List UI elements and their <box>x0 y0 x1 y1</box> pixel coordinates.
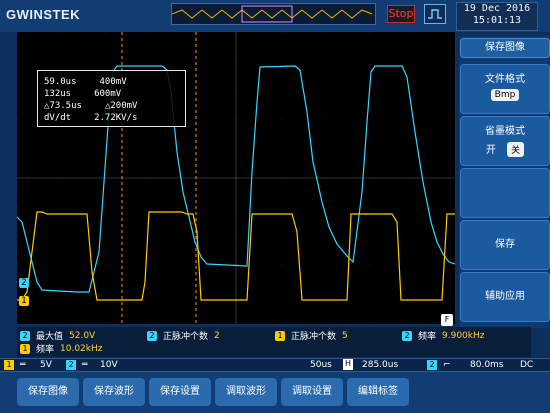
measure-item-2: 2 正脉冲个数 2 <box>147 329 220 342</box>
measure-item-4: 2 频率 9.900kHz <box>402 329 484 342</box>
menu-save-settings[interactable]: 保存设置 <box>149 378 211 406</box>
ink-saver-label: 省墨模式 <box>485 126 525 137</box>
trigger-slope-icon: ⌐ <box>443 360 451 370</box>
menu-recall-waveform[interactable]: 调取波形 <box>215 378 277 406</box>
timebase: 50us <box>310 360 332 370</box>
function-indicator: F <box>441 314 453 326</box>
measure-badge-1: 2 <box>20 330 30 341</box>
measure-label-5: 频率 <box>36 345 55 355</box>
time-text: 15:01:13 <box>472 15 522 26</box>
waveform-preview <box>171 3 376 25</box>
cursor-v1: 400mV <box>99 77 127 87</box>
file-format-button[interactable]: 文件格式 Bmp <box>460 64 550 114</box>
softkey-panel: 保存图像 文件格式 Bmp 省墨模式 开 关 保存 辅助应用 <box>459 36 550 328</box>
cursor-row-2: 132us 600mV <box>44 89 121 99</box>
cursor-v2: 600mV <box>94 89 122 99</box>
cursor-row-3: △73.5us △200mV <box>44 101 137 111</box>
cursor-t2: 132us <box>44 89 72 99</box>
cursor-row-4: dV/dt 2.72KV/s <box>44 113 137 123</box>
ink-saver-on: 开 <box>485 145 496 156</box>
measure-item-5: 1 频率 10.02kHz <box>20 342 102 355</box>
cursor-dvdt-value: 2.72KV/s <box>94 113 138 123</box>
ch2-level-marker[interactable]: 2 <box>19 278 29 288</box>
measure-badge-4: 2 <box>402 330 412 341</box>
cursor-dv: △200mV <box>104 101 138 111</box>
empty-softkey[interactable] <box>460 168 550 218</box>
measure-badge-3: 1 <box>275 330 285 341</box>
brand-logo: GWINSTEK <box>6 7 81 22</box>
file-format-label: 文件格式 <box>485 74 525 85</box>
ch2-indicator[interactable]: 2 <box>66 360 76 370</box>
measure-value-1: 52.0V <box>69 330 96 341</box>
cursor-t1: 59.0us <box>44 77 77 87</box>
trigger-coupling: DC <box>520 360 534 370</box>
save-button[interactable]: 保存 <box>460 220 550 270</box>
assist-button[interactable]: 辅助应用 <box>460 272 550 322</box>
bottom-menu: 保存图像 保存波形 保存设置 调取波形 调取设置 编辑标签 <box>0 371 550 413</box>
measure-label-2: 正脉冲个数 <box>163 332 209 342</box>
trigger-icon[interactable] <box>424 4 446 24</box>
trigger-edge-icon <box>428 9 442 19</box>
measure-label-3: 正脉冲个数 <box>291 332 337 342</box>
measure-item-1: 2 最大值 52.0V <box>20 329 95 342</box>
ink-saver-off: 关 <box>507 142 525 157</box>
waveform-preview-graphic <box>171 5 373 23</box>
menu-recall-settings[interactable]: 调取设置 <box>281 378 343 406</box>
menu-edit-label[interactable]: 编辑标签 <box>347 378 409 406</box>
ch1-scale: 5V <box>40 360 52 370</box>
menu-save-waveform[interactable]: 保存波形 <box>83 378 145 406</box>
trigger-source-indicator: 2 <box>427 360 437 370</box>
cursor-dt: △73.5us <box>44 101 82 111</box>
date-time-box: 19 Dec 2016 15:01:13 <box>456 2 538 31</box>
cursor-dvdt-label: dV/dt <box>44 113 72 123</box>
ink-saver-button[interactable]: 省墨模式 开 关 <box>460 116 550 166</box>
softkey-title: 保存图像 <box>460 38 550 58</box>
ch2-coupling-icon: ═ <box>82 360 88 370</box>
file-format-value: Bmp <box>490 89 520 101</box>
ch1-level-marker[interactable]: 1 <box>19 296 29 306</box>
measure-item-3: 1 正脉冲个数 5 <box>275 329 348 342</box>
horizontal-position: 285.0us <box>362 360 399 370</box>
measurement-panel: 2 最大值 52.0V 2 正脉冲个数 2 1 正脉冲个数 5 2 频率 9.9… <box>17 327 531 357</box>
ch1-coupling-icon: ═ <box>20 360 26 370</box>
measure-value-4: 9.900kHz <box>442 330 485 341</box>
status-bar: 1 ═ 5V 2 ═ 10V 50us H 285.0us 2 ⌐ 80.0ms… <box>0 358 550 372</box>
cursor-row-1: 59.0us 400mV <box>44 77 127 87</box>
measure-value-3: 5 <box>342 330 348 341</box>
measure-badge-2: 2 <box>147 330 157 341</box>
ch2-scale: 10V <box>100 360 118 370</box>
top-bar: GWINSTEK Stop 19 Dec 2016 15:01:13 <box>0 0 550 32</box>
ch1-indicator[interactable]: 1 <box>4 360 14 370</box>
measure-value-5: 10.02kHz <box>60 343 103 354</box>
horizontal-indicator: H <box>343 359 353 370</box>
waveform-display[interactable]: 59.0us 400mV 132us 600mV △73.5us △200mV … <box>17 32 455 324</box>
run-stop-status[interactable]: Stop <box>387 5 415 23</box>
cursor-readout: 59.0us 400mV 132us 600mV △73.5us △200mV … <box>37 70 186 127</box>
measure-label-4: 频率 <box>418 332 437 342</box>
menu-save-image[interactable]: 保存图像 <box>17 378 79 406</box>
date-text: 19 Dec 2016 <box>463 3 531 14</box>
trigger-level: 80.0ms <box>470 360 504 370</box>
measure-value-2: 2 <box>214 330 220 341</box>
measure-label-1: 最大值 <box>36 332 64 342</box>
measure-badge-5: 1 <box>20 343 30 354</box>
